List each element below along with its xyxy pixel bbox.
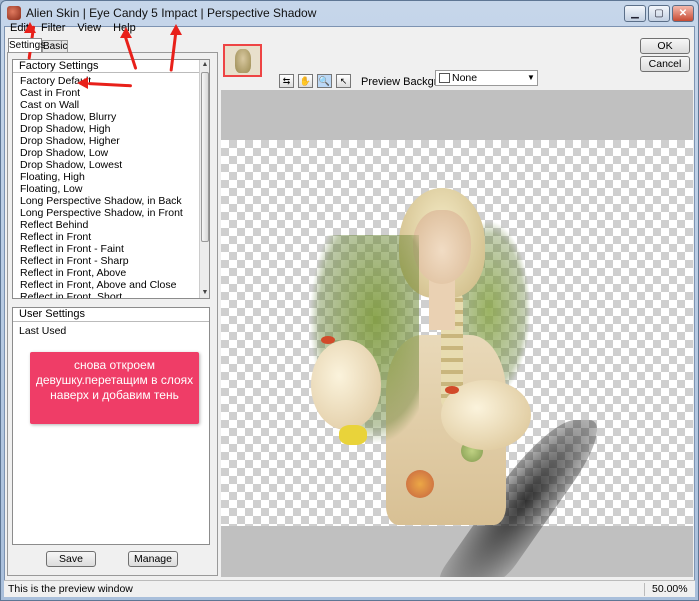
chicken-left	[311, 340, 381, 430]
menu-filter[interactable]: Filter	[35, 20, 71, 36]
ok-button[interactable]: OK	[640, 38, 690, 54]
maximize-button[interactable]: ▢	[648, 5, 670, 22]
navigator-thumbnail[interactable]	[223, 44, 262, 77]
preset-item[interactable]: Floating, Low	[15, 183, 197, 195]
annotation-note: снова откроем девушку.перетащим в слоях …	[30, 352, 199, 424]
preset-item[interactable]: Cast on Wall	[15, 99, 197, 111]
preview-window[interactable]	[221, 90, 693, 577]
dress-flower	[406, 470, 434, 498]
preset-item[interactable]: Drop Shadow, Low	[15, 147, 197, 159]
figure-neck	[429, 280, 455, 330]
preset-item[interactable]: Reflect in Front, Above and Close	[15, 279, 197, 291]
preset-item[interactable]: Reflect in Front, Short	[15, 291, 197, 298]
cancel-button[interactable]: Cancel	[640, 56, 690, 72]
manage-button[interactable]: Manage	[128, 551, 178, 567]
preset-item[interactable]: Drop Shadow, Blurry	[15, 111, 197, 123]
transparency-checkerboard	[221, 140, 693, 577]
preset-item[interactable]: Floating, High	[15, 171, 197, 183]
preset-item[interactable]: Drop Shadow, High	[15, 123, 197, 135]
preview-background-value: None	[452, 72, 478, 84]
user-settings-header: User Settings	[13, 308, 209, 322]
menu-view[interactable]: View	[71, 20, 107, 36]
preset-item[interactable]: Long Perspective Shadow, in Back	[15, 195, 197, 207]
scroll-down-icon[interactable]: ▼	[200, 288, 209, 298]
preset-item[interactable]: Reflect Behind	[15, 219, 197, 231]
scrollbar-thumb[interactable]	[201, 72, 209, 242]
window-title: Alien Skin | Eye Candy 5 Impact | Perspe…	[26, 6, 317, 20]
preset-item[interactable]: Drop Shadow, Higher	[15, 135, 197, 147]
thumbnail-figure	[235, 49, 251, 73]
chevron-down-icon: ▼	[527, 73, 535, 82]
scroll-up-icon[interactable]: ▲	[200, 60, 209, 70]
tab-settings[interactable]: Settings	[8, 38, 45, 52]
close-button[interactable]: ✕	[672, 5, 694, 22]
compare-icon[interactable]: ⇆	[279, 74, 294, 88]
preset-list: Factory Default Cast in Front Cast on Wa…	[15, 75, 197, 298]
tab-basic[interactable]: Basic	[42, 40, 68, 52]
preset-item[interactable]: Reflect in Front - Sharp	[15, 255, 197, 267]
preset-item[interactable]: Long Perspective Shadow, in Front	[15, 207, 197, 219]
preset-item[interactable]: Drop Shadow, Lowest	[15, 159, 197, 171]
preset-item[interactable]: Cast in Front	[15, 87, 197, 99]
preset-scrollbar[interactable]: ▲ ▼	[199, 60, 209, 298]
preset-item[interactable]: Reflect in Front	[15, 231, 197, 243]
arrow-head-icon	[170, 24, 182, 35]
user-setting-item[interactable]: Last Used	[19, 325, 66, 337]
figure-face	[413, 210, 471, 284]
zoom-icon[interactable]: 🔍	[317, 74, 332, 88]
pointer-icon[interactable]: ↖	[336, 74, 351, 88]
hand-icon[interactable]: ✋	[298, 74, 313, 88]
background-swatch-icon	[439, 73, 450, 83]
zoom-level: 50.00%	[652, 583, 688, 595]
chicken-comb	[445, 386, 459, 394]
app-icon	[7, 6, 21, 20]
preset-item[interactable]: Reflect in Front - Faint	[15, 243, 197, 255]
user-settings-list: User Settings Last Used	[12, 307, 210, 545]
yellow-cloth	[339, 425, 367, 445]
arrow-head-icon	[77, 77, 88, 89]
factory-settings-list: Factory Settings Factory Default Cast in…	[12, 59, 210, 299]
preset-item[interactable]: Reflect in Front, Above	[15, 267, 197, 279]
chicken-comb	[321, 336, 335, 344]
arrow-head-icon	[24, 22, 36, 33]
status-bar: This is the preview window 50.00%	[4, 580, 695, 597]
preview-background-select[interactable]: None ▼	[435, 70, 538, 86]
arrow-head-icon	[120, 27, 132, 38]
status-divider	[644, 583, 645, 596]
status-message: This is the preview window	[8, 583, 133, 595]
save-button[interactable]: Save	[46, 551, 96, 567]
minimize-button[interactable]: ▁	[624, 5, 646, 22]
